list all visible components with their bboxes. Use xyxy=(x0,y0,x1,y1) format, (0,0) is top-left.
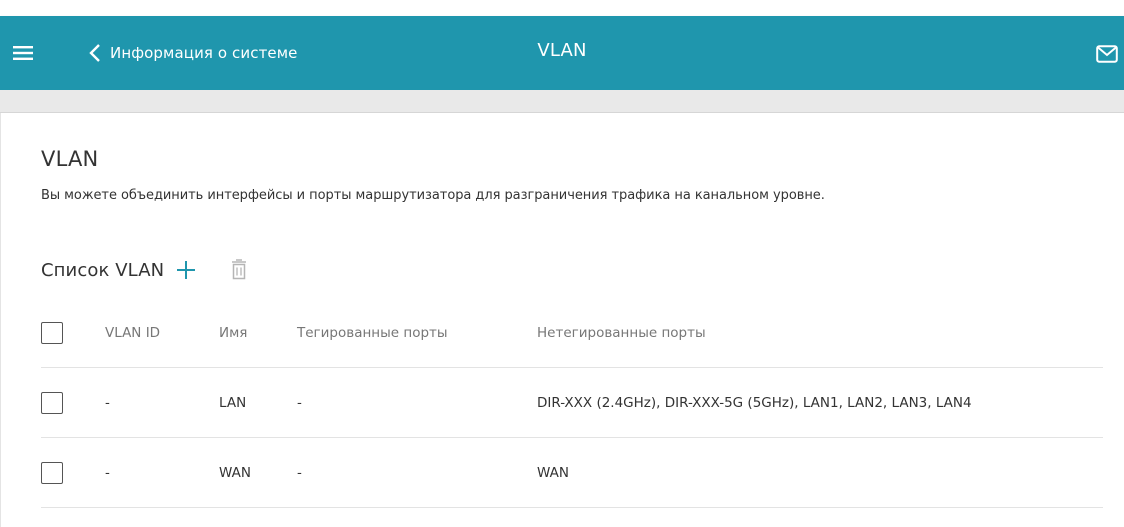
untagged-ports-cell: DIR-XXX (2.4GHz), DIR-XXX-5G (5GHz), LAN… xyxy=(537,394,972,411)
column-header-untagged-ports[interactable]: Нетегированные порты xyxy=(537,298,706,367)
row-checkbox[interactable] xyxy=(41,461,63,484)
top-bar: Информация о системе VLAN xyxy=(0,16,1124,90)
select-all-cell xyxy=(41,298,63,367)
row-checkbox[interactable] xyxy=(41,391,63,414)
table-row[interactable]: - WAN - WAN xyxy=(41,438,1103,508)
envelope-icon[interactable] xyxy=(1096,45,1118,63)
table-header-row: VLAN ID Имя Тегированные порты Нетегиров… xyxy=(41,298,1103,368)
row-select-cell xyxy=(41,438,63,507)
row-select-cell xyxy=(41,368,63,437)
vlan-table: VLAN ID Имя Тегированные порты Нетегиров… xyxy=(41,298,1103,508)
trash-icon[interactable] xyxy=(230,258,248,282)
vlan-id-cell: - xyxy=(105,464,110,481)
content-card: VLAN Вы можете объединить интерфейсы и п… xyxy=(0,113,1124,527)
section-description: Вы можете объединить интерфейсы и порты … xyxy=(41,188,825,203)
vlan-name-cell: WAN xyxy=(219,464,251,481)
back-link[interactable]: Информация о системе xyxy=(88,40,298,66)
tagged-ports-cell: - xyxy=(297,464,302,481)
plus-icon[interactable] xyxy=(174,258,198,282)
page: Информация о системе VLAN VLAN Вы можете… xyxy=(0,0,1124,527)
column-header-vlan-id[interactable]: VLAN ID xyxy=(105,298,160,367)
vlan-list-title: Список VLAN xyxy=(41,259,165,281)
column-header-name[interactable]: Имя xyxy=(219,298,247,367)
header-divider-strip xyxy=(0,90,1124,113)
column-header-tagged-ports[interactable]: Тегированные порты xyxy=(297,298,448,367)
tagged-ports-cell: - xyxy=(297,394,302,411)
table-row[interactable]: - LAN - DIR-XXX (2.4GHz), DIR-XXX-5G (5G… xyxy=(41,368,1103,438)
vlan-name-cell: LAN xyxy=(219,394,247,411)
vlan-id-cell: - xyxy=(105,394,110,411)
back-link-label: Информация о системе xyxy=(110,44,298,62)
untagged-ports-cell: WAN xyxy=(537,464,569,481)
select-all-checkbox[interactable] xyxy=(41,321,63,344)
hamburger-menu-icon[interactable] xyxy=(12,42,34,64)
section-title: VLAN xyxy=(41,147,99,171)
chevron-left-icon xyxy=(88,43,110,63)
vlan-list-header: Список VLAN xyxy=(41,255,248,285)
